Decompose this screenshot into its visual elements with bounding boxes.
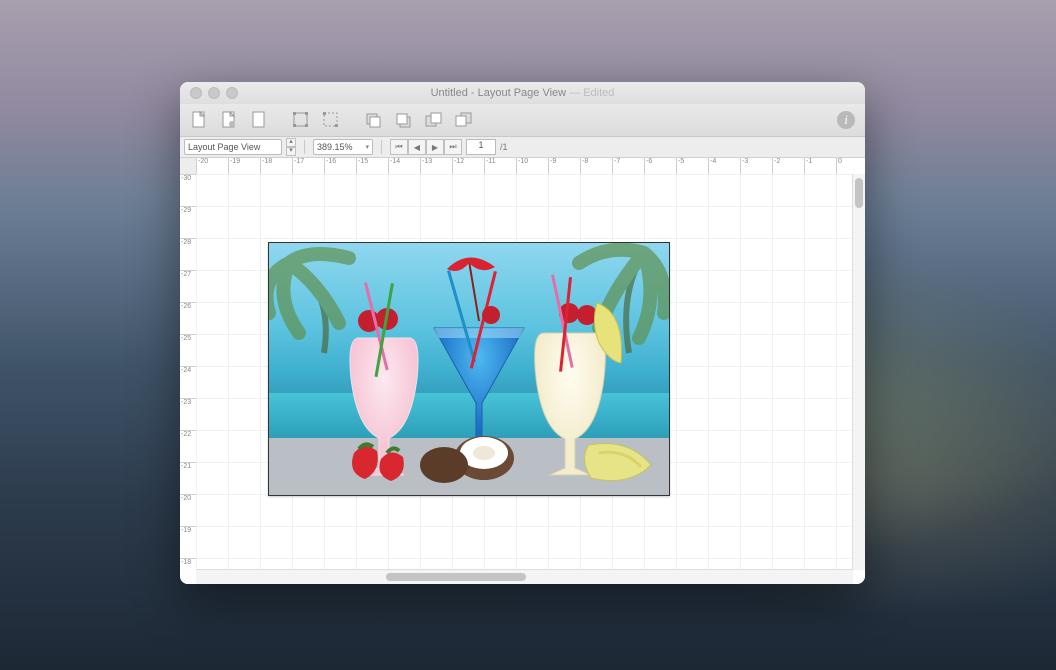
- ruler-tick: -16: [324, 158, 336, 174]
- window-title: Untitled - Layout Page View — Edited: [180, 87, 865, 99]
- ruler-tick: -5: [676, 158, 684, 174]
- ruler-tick: -23: [180, 398, 196, 407]
- ruler-tick: -20: [180, 494, 196, 503]
- ruler-tick: -26: [180, 302, 196, 311]
- ruler-tick: -21: [180, 462, 196, 471]
- first-page-button[interactable]: ⏮: [390, 139, 408, 155]
- vertical-scroll-thumb[interactable]: [855, 178, 863, 208]
- ruler-tick: -14: [388, 158, 400, 174]
- ruler-tick: -30: [180, 174, 196, 183]
- horizontal-scroll-thumb[interactable]: [386, 573, 526, 581]
- zoom-field[interactable]: 389.15%▾: [313, 139, 373, 155]
- window-titlebar[interactable]: Untitled - Layout Page View — Edited: [180, 82, 865, 104]
- view-mode-select[interactable]: Layout Page View: [184, 139, 282, 155]
- page-button[interactable]: [248, 109, 270, 131]
- horizontal-scrollbar[interactable]: [196, 569, 853, 584]
- layer-2-button[interactable]: [392, 109, 414, 131]
- ruler-tick: -18: [180, 558, 196, 567]
- ruler-tick: -3: [740, 158, 748, 174]
- ruler-tick: -8: [580, 158, 588, 174]
- ruler-tick: -25: [180, 334, 196, 343]
- ruler-tick: -11: [484, 158, 496, 174]
- work-area: -30 -29 -28 -27 -26 -25 -24 -23 -22 -21 -20 -19 -18: [180, 174, 865, 584]
- page-total-label: /1: [500, 142, 508, 152]
- minimize-button[interactable]: [208, 87, 220, 99]
- layer-4-button[interactable]: [452, 109, 474, 131]
- ruler-tick: -12: [452, 158, 464, 174]
- page-number-field[interactable]: 1: [466, 139, 496, 155]
- ruler-tick: -13: [420, 158, 432, 174]
- vertical-scrollbar[interactable]: [852, 174, 865, 570]
- ruler-tick: -6: [644, 158, 652, 174]
- zoom-value: 389.15%: [317, 142, 353, 152]
- next-page-button[interactable]: ▶: [426, 139, 444, 155]
- layer-3-button[interactable]: [422, 109, 444, 131]
- new-doc-alt-button[interactable]: [218, 109, 240, 131]
- ruler-tick: -19: [228, 158, 240, 174]
- vertical-ruler[interactable]: -30 -29 -28 -27 -26 -25 -24 -23 -22 -21 -20 -19 -18: [180, 174, 197, 584]
- ruler-tick: -20: [196, 158, 208, 174]
- page-nav: ⏮ ◀ ▶ ⏭: [390, 139, 462, 155]
- ruler-tick: -22: [180, 430, 196, 439]
- ungroup-button[interactable]: [320, 109, 342, 131]
- ruler-tick: 0: [836, 158, 842, 174]
- app-window: Untitled - Layout Page View — Edited i: [180, 82, 865, 584]
- zoom-button[interactable]: [226, 87, 238, 99]
- window-controls: [190, 87, 238, 99]
- layer-1-button[interactable]: [362, 109, 384, 131]
- canvas[interactable]: [196, 174, 853, 570]
- ruler-tick: -19: [180, 526, 196, 535]
- prev-page-button[interactable]: ◀: [408, 139, 426, 155]
- ruler-tick: -28: [180, 238, 196, 247]
- view-stepper[interactable]: ▴▾: [286, 138, 296, 156]
- title-suffix: — Edited: [566, 87, 614, 99]
- ruler-tick: -10: [516, 158, 528, 174]
- group-button[interactable]: [290, 109, 312, 131]
- ruler-tick: -27: [180, 270, 196, 279]
- ruler-tick: -15: [356, 158, 368, 174]
- info-icon: i: [844, 112, 848, 128]
- info-button[interactable]: i: [837, 111, 855, 129]
- ruler-tick: -18: [260, 158, 272, 174]
- secondary-toolbar: Layout Page View ▴▾ 389.15%▾ ⏮ ◀ ▶ ⏭ 1 /…: [180, 137, 865, 158]
- ruler-tick: -7: [612, 158, 620, 174]
- placed-image[interactable]: [268, 242, 670, 496]
- ruler-tick: -2: [772, 158, 780, 174]
- view-mode-label: Layout Page View: [188, 142, 260, 152]
- main-toolbar: i: [180, 104, 865, 137]
- horizontal-ruler[interactable]: -20-19-18-17-16-15-14-13-12-11-10-9-8-7-…: [196, 158, 865, 175]
- ruler-tick: -24: [180, 366, 196, 375]
- ruler-tick: -17: [292, 158, 304, 174]
- ruler-tick: -29: [180, 206, 196, 215]
- title-main: Untitled - Layout Page View: [431, 87, 567, 99]
- ruler-corner: [180, 158, 197, 175]
- new-doc-button[interactable]: [188, 109, 210, 131]
- ruler-tick: -1: [804, 158, 812, 174]
- desktop-wallpaper: Untitled - Layout Page View — Edited i: [0, 0, 1056, 670]
- ruler-tick: -9: [548, 158, 556, 174]
- ruler-tick: -4: [708, 158, 716, 174]
- close-button[interactable]: [190, 87, 202, 99]
- last-page-button[interactable]: ⏭: [444, 139, 462, 155]
